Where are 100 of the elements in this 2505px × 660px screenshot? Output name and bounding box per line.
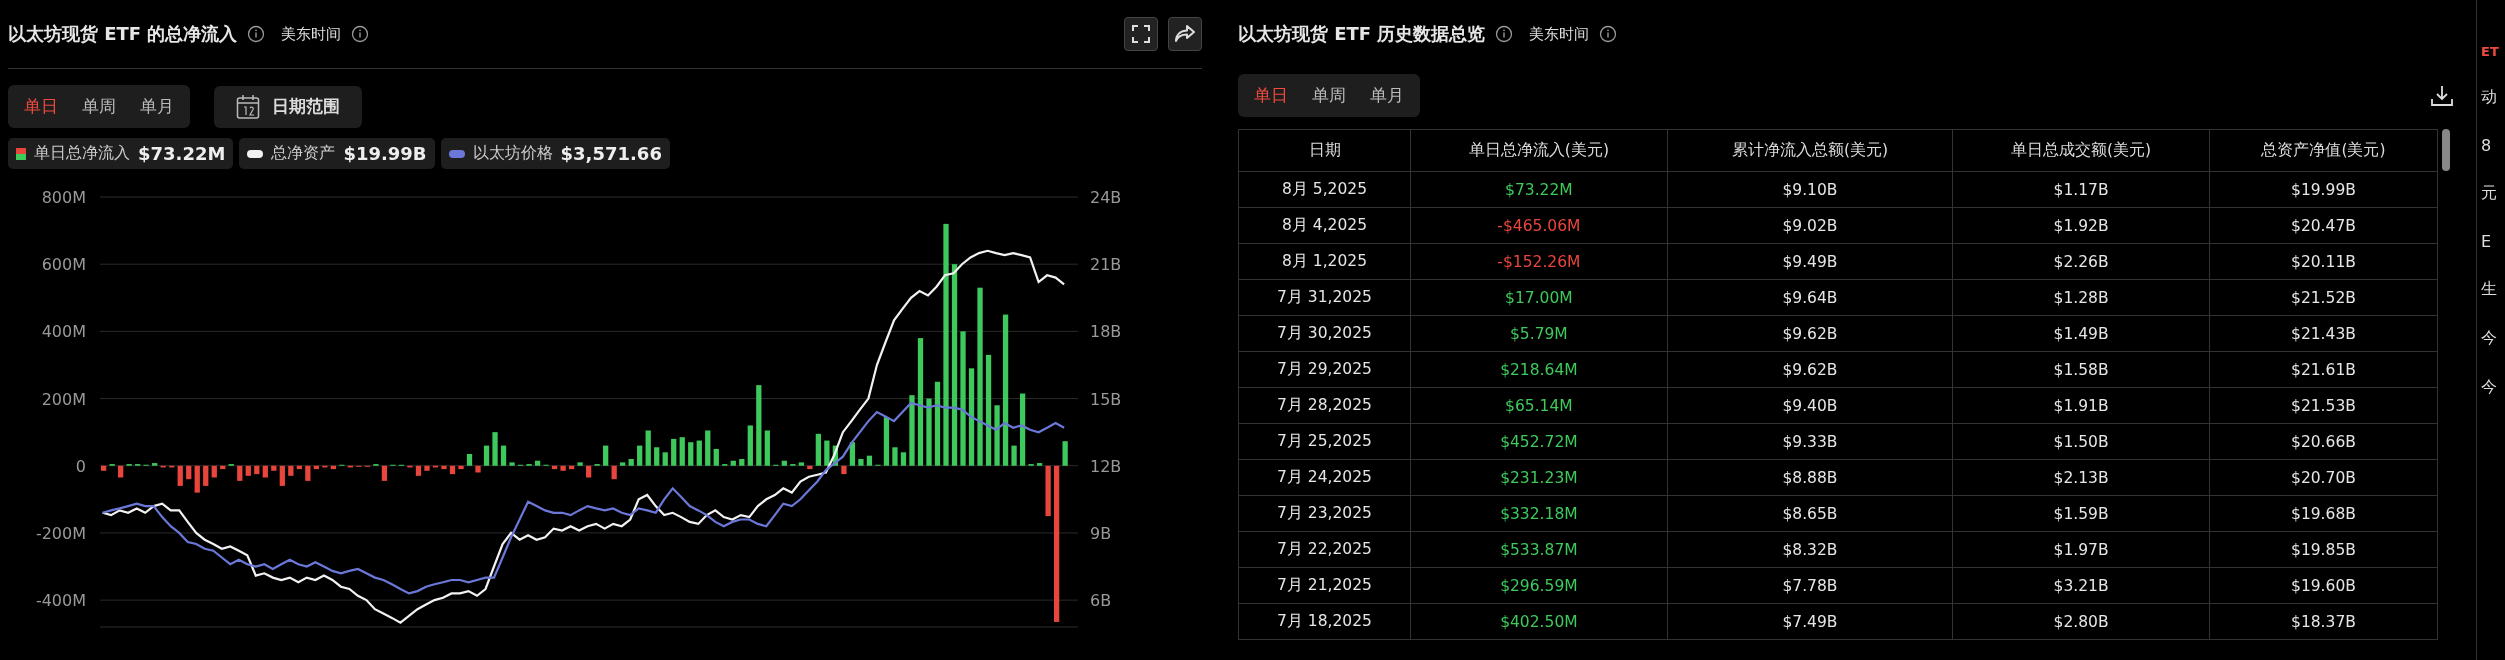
table-cell: $9.62B <box>1667 315 1953 352</box>
sidebar-text: 元 <box>2481 183 2499 204</box>
period-tab[interactable]: 单周 <box>1302 78 1356 113</box>
table-cell: $1.17B <box>1952 171 2210 208</box>
date-cell: 7月 29,2025 <box>1238 351 1411 388</box>
inflow-cell: $231.23M <box>1410 459 1668 496</box>
table-cell: $1.28B <box>1952 279 2210 316</box>
table-cell: $9.33B <box>1667 423 1953 460</box>
sidebar-text: 8 <box>2481 136 2493 155</box>
date-cell: 8月 4,2025 <box>1238 207 1411 244</box>
inflow-cell: $65.14M <box>1410 387 1668 424</box>
table-cell: $9.49B <box>1667 243 1953 280</box>
table-cell: $21.43B <box>2209 315 2438 352</box>
table-cell: $20.70B <box>2209 459 2438 496</box>
axis-label: 15B <box>1090 389 1122 409</box>
inflow-cell: $17.00M <box>1410 279 1668 316</box>
date-cell: 7月 22,2025 <box>1238 531 1411 568</box>
sidebar-text: 今 <box>2481 377 2499 398</box>
date-cell: 8月 5,2025 <box>1238 171 1411 208</box>
period-tab[interactable]: 单月 <box>1360 78 1414 113</box>
timezone-label: 美东时间 <box>281 24 342 44</box>
table-cell: $1.91B <box>1952 387 2210 424</box>
inflow-cell: $452.72M <box>1410 423 1668 460</box>
table-cell: $21.53B <box>2209 387 2438 424</box>
table-cell: $18.37B <box>2209 603 2438 640</box>
inflow-cell: $218.64M <box>1410 351 1668 388</box>
axis-label: 21B <box>1090 255 1122 275</box>
table-cell: $8.65B <box>1667 495 1953 532</box>
table-cell: $1.59B <box>1952 495 2210 532</box>
date-cell: 7月 28,2025 <box>1238 387 1411 424</box>
table-cell: $3.21B <box>1952 567 2210 604</box>
axis-label: 18B <box>1090 322 1122 342</box>
table-cell: $19.60B <box>2209 567 2438 604</box>
info-icon[interactable] <box>1599 25 1618 43</box>
table-cell: $19.85B <box>2209 531 2438 568</box>
table-cell: $19.99B <box>2209 171 2438 208</box>
period-tab[interactable]: 单日 <box>14 89 68 124</box>
period-tab[interactable]: 单月 <box>130 89 184 124</box>
axis-label: 600M <box>41 255 86 275</box>
date-cell: 7月 30,2025 <box>1238 315 1411 352</box>
inflow-cell: $402.50M <box>1410 603 1668 640</box>
column-header[interactable]: 累计净流入总额(美元) <box>1667 129 1953 172</box>
legend-label: 总净资产 <box>271 143 336 164</box>
axis-label: 200M <box>41 389 86 409</box>
inflow-cell: $332.18M <box>1410 495 1668 532</box>
sidebar-text: ET <box>2481 44 2500 59</box>
legend-label: 单日总净流入 <box>34 143 130 164</box>
date-cell: 7月 18,2025 <box>1238 603 1411 640</box>
inflow-cell: $5.79M <box>1410 315 1668 352</box>
table-cell: $21.52B <box>2209 279 2438 316</box>
axis-label: 400M <box>41 322 86 342</box>
table-cell: $20.47B <box>2209 207 2438 244</box>
table-cell: $1.58B <box>1952 351 2210 388</box>
legend-chip[interactable]: 总净资产 $19.99B <box>239 138 435 169</box>
sidebar-text: E <box>2481 232 2493 251</box>
legend-line-icon <box>448 149 465 158</box>
period-tab[interactable]: 单周 <box>72 89 126 124</box>
legend-bar-icon <box>16 147 26 160</box>
axis-label: 0 <box>75 456 86 476</box>
legend-value: $19.99B <box>343 143 427 164</box>
table-cell: $7.78B <box>1667 567 1953 604</box>
share-icon[interactable] <box>1168 17 1202 51</box>
table-cell: $1.49B <box>1952 315 2210 352</box>
date-cell: 7月 24,2025 <box>1238 459 1411 496</box>
column-header[interactable]: 日期 <box>1238 129 1411 172</box>
timezone-label: 美东时间 <box>1529 24 1590 44</box>
table-cell: $9.40B <box>1667 387 1953 424</box>
download-icon[interactable] <box>2430 83 2455 108</box>
table-cell: $1.50B <box>1952 423 2210 460</box>
info-icon[interactable] <box>1495 25 1514 43</box>
legend-chip[interactable]: 单日总净流入 $73.22M <box>8 138 234 169</box>
legend-value: $3,571.66 <box>560 143 662 164</box>
info-icon[interactable] <box>351 25 370 43</box>
table-cell: $2.26B <box>1952 243 2210 280</box>
table-cell: $21.61B <box>2209 351 2438 388</box>
sidebar-text: 今 <box>2481 328 2499 349</box>
axis-label: 12B <box>1090 456 1122 476</box>
axis-label: -200M <box>35 523 86 543</box>
date-cell: 7月 25,2025 <box>1238 423 1411 460</box>
axis-label: -400M <box>35 591 86 611</box>
legend-chip[interactable]: 以太坊价格 $3,571.66 <box>440 138 670 169</box>
panel-title: 以太坊现货 ETF 的总净流入 <box>8 22 238 46</box>
table-cell: $2.13B <box>1952 459 2210 496</box>
fullscreen-icon[interactable] <box>1124 17 1158 51</box>
scrollbar-thumb[interactable] <box>2442 129 2450 171</box>
legend-value: $73.22M <box>138 143 226 164</box>
table-cell: $1.92B <box>1952 207 2210 244</box>
axis-label: 800M <box>41 188 86 207</box>
table-cell: $9.10B <box>1667 171 1953 208</box>
date-cell: 7月 21,2025 <box>1238 567 1411 604</box>
date-range-button[interactable]: 日期范围 <box>214 85 362 128</box>
column-header[interactable]: 单日总净流入(美元) <box>1410 129 1668 172</box>
calendar-icon <box>236 93 260 120</box>
period-tab[interactable]: 单日 <box>1244 78 1298 113</box>
column-header[interactable]: 单日总成交额(美元) <box>1952 129 2210 172</box>
table-cell: $8.32B <box>1667 531 1953 568</box>
table-cell: $9.62B <box>1667 351 1953 388</box>
info-icon[interactable] <box>247 25 266 43</box>
table-cell: $20.66B <box>2209 423 2438 460</box>
column-header[interactable]: 总资产净值(美元) <box>2209 129 2438 172</box>
